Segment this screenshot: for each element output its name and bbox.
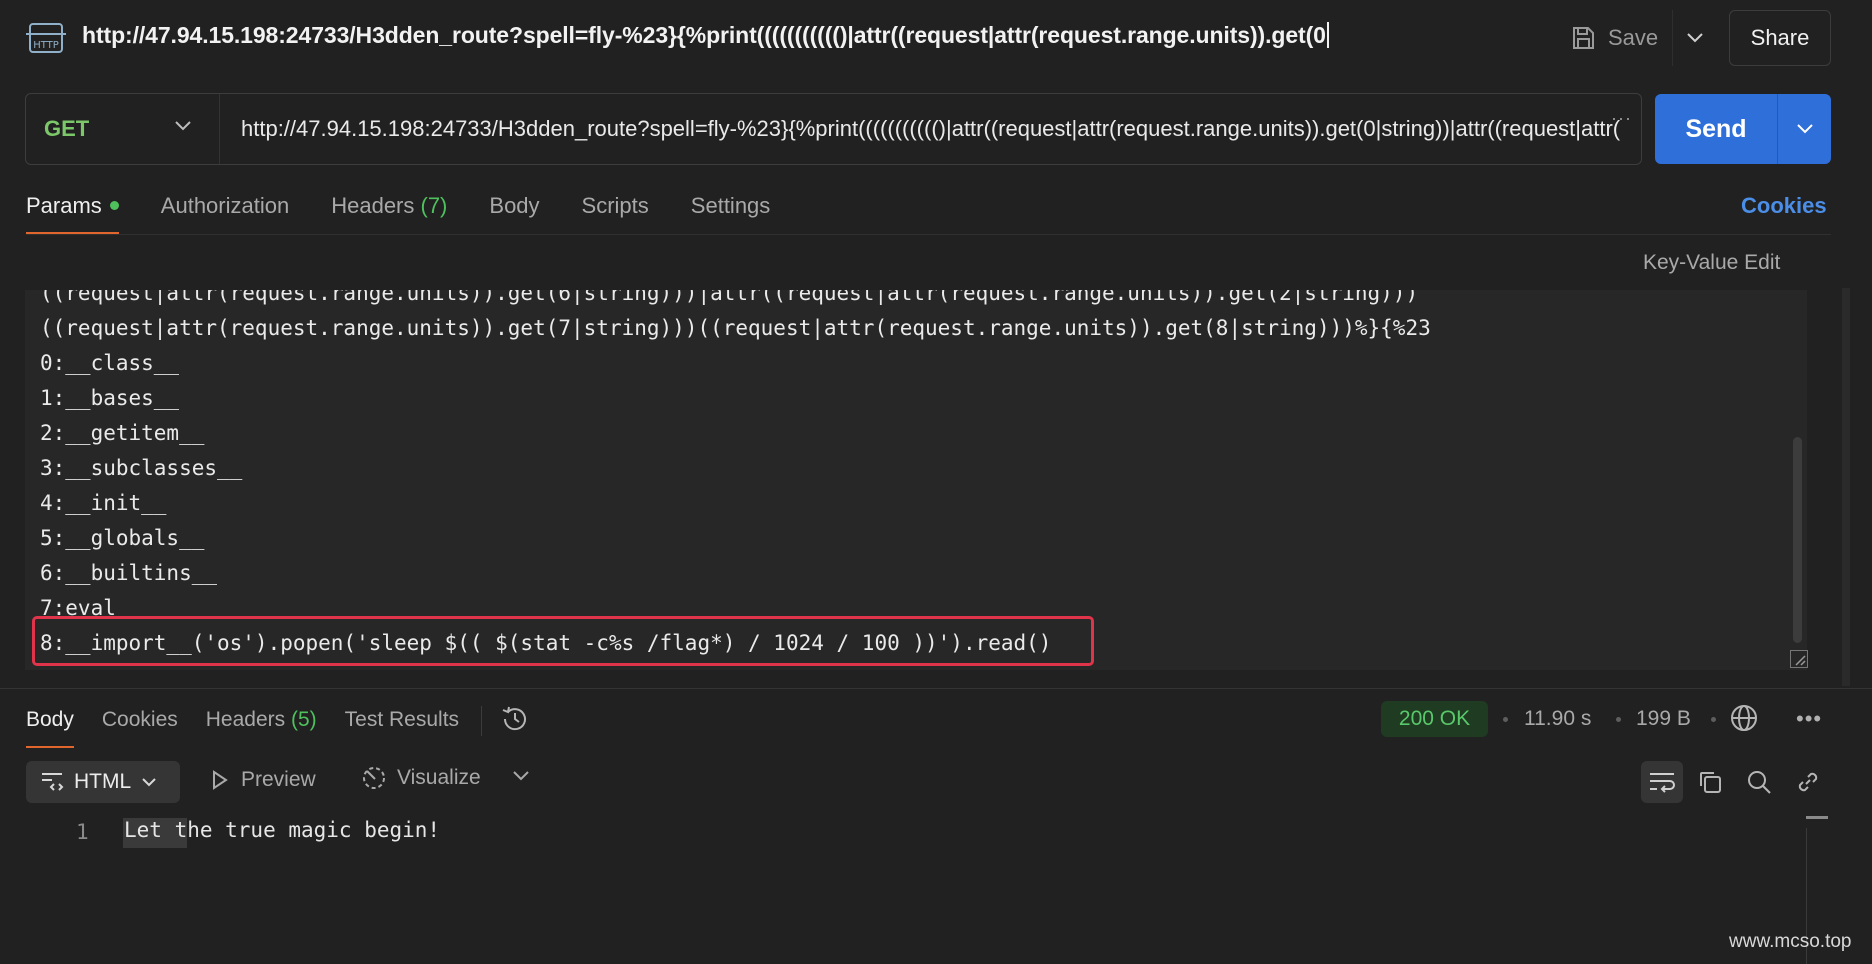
search-icon (1748, 771, 1771, 794)
headers-count: (5) (290, 708, 317, 731)
send-button[interactable]: Send (1655, 94, 1777, 164)
share-label: Share (1750, 25, 1810, 50)
wrap-lines-button[interactable] (1641, 761, 1683, 803)
editor-line[interactable]: 8:__import__('os').popen('sleep $(( $(st… (40, 626, 1431, 661)
chevron-down-icon (142, 778, 156, 787)
link-icon (1798, 772, 1818, 792)
share-button[interactable]: Share (1729, 10, 1831, 66)
editor-line[interactable]: ((request|attr(request.range.units)).get… (40, 311, 1431, 346)
search-button[interactable] (1738, 761, 1780, 803)
visualize-button[interactable]: Visualize (361, 765, 481, 791)
separator-dot (1503, 717, 1508, 722)
line-number: 1 (76, 820, 89, 844)
save-options-dropdown[interactable] (1672, 10, 1716, 66)
tab-response-cookies[interactable]: Cookies (102, 706, 178, 748)
url-input[interactable]: http://47.94.15.198:24733/H3dden_route?s… (241, 116, 1621, 142)
more-options-icon[interactable]: ••• (1796, 706, 1822, 732)
resize-handle-icon[interactable] (1790, 650, 1808, 668)
scrollbar-marker (1806, 816, 1828, 819)
save-button[interactable]: Save (1570, 20, 1658, 56)
editor-line[interactable]: ((request|attr(request.range.units)).get… (40, 290, 1431, 311)
code-format-icon (42, 773, 64, 791)
response-tabs: Body Cookies Headers (5) Test Results (26, 706, 530, 748)
save-label: Save (1608, 25, 1659, 50)
tab-test-results[interactable]: Test Results (345, 706, 459, 748)
divider (481, 706, 483, 736)
text-cursor (1326, 22, 1329, 48)
cookies-link[interactable]: Cookies (1741, 193, 1827, 219)
tab-response-headers[interactable]: Headers (5) (206, 706, 317, 748)
editor-line[interactable]: 5:__globals__ (40, 521, 1431, 556)
link-button[interactable] (1787, 761, 1829, 803)
preview-label: Preview (241, 768, 316, 791)
key-value-edit-toggle[interactable]: Key-Value Edit (1643, 251, 1780, 275)
request-tabs: Params Authorization Headers (7) Body Sc… (26, 188, 812, 234)
chevron-down-icon (175, 121, 191, 131)
tab-label: Scripts (581, 193, 649, 218)
copy-button[interactable] (1689, 761, 1731, 803)
editor-line[interactable]: 6:__builtins__ (40, 556, 1431, 591)
request-title[interactable]: http://47.94.15.198:24733/H3dden_route?s… (82, 22, 1329, 49)
headers-count: (7) (420, 193, 448, 218)
editor-line[interactable]: 2:__getitem__ (40, 416, 1431, 451)
tab-scripts[interactable]: Scripts (582, 188, 649, 234)
separator-dot (1616, 717, 1621, 722)
history-icon[interactable] (500, 704, 530, 734)
editor-line[interactable]: 4:__init__ (40, 486, 1431, 521)
response-time[interactable]: 11.90 s (1524, 707, 1591, 731)
tab-label: Settings (690, 193, 771, 218)
tab-label: Body (489, 193, 540, 218)
play-icon (213, 770, 228, 790)
tab-label: Authorization (160, 193, 290, 218)
globe-icon[interactable] (1729, 703, 1759, 733)
tab-body[interactable]: Body (489, 188, 539, 234)
page-scrollbar[interactable] (1842, 288, 1850, 686)
tab-label: Headers (331, 193, 415, 218)
request-url-bar: GET http://47.94.15.198:24733/H3dden_rou… (25, 93, 1642, 165)
tab-authorization[interactable]: Authorization (161, 188, 289, 234)
chevron-down-icon[interactable] (512, 770, 530, 782)
send-button-group: Send (1655, 94, 1831, 164)
watermark: www.mcso.top (1729, 931, 1852, 952)
tab-settings[interactable]: Settings (691, 188, 771, 234)
editor-line[interactable]: 3:__subclasses__ (40, 451, 1431, 486)
divider (26, 234, 1831, 235)
params-indicator-dot (109, 201, 119, 210)
chevron-down-icon (1686, 33, 1703, 43)
tab-response-body[interactable]: Body (26, 706, 74, 748)
editor-line[interactable]: 1:__bases__ (40, 381, 1431, 416)
editor-line[interactable]: 0:__class__ (40, 346, 1431, 381)
editor-lines: ((request|attr(request.range.units)).get… (40, 290, 1431, 661)
tab-label: Headers (205, 708, 286, 731)
url-more-button[interactable]: ··· (1611, 108, 1632, 129)
format-label: HTML (74, 770, 132, 793)
preview-button[interactable]: Preview (211, 768, 316, 792)
request-title-text[interactable]: http://47.94.15.198:24733/H3dden_route?s… (82, 22, 1326, 48)
editor-line[interactable]: 7:eval (40, 591, 1431, 626)
status-badge[interactable]: 200 OK (1381, 701, 1488, 737)
format-select[interactable]: HTML (26, 761, 180, 803)
visualize-label: Visualize (397, 766, 481, 789)
tab-params[interactable]: Params (26, 188, 119, 234)
editor-scrollbar[interactable] (1793, 437, 1802, 643)
response-size[interactable]: 199 B (1636, 707, 1691, 731)
chevron-down-icon (1796, 124, 1813, 134)
svg-text:HTTP: HTTP (33, 40, 59, 51)
method-select[interactable]: GET (26, 94, 220, 164)
tab-label: Params (26, 193, 102, 218)
params-bulk-editor[interactable]: ((request|attr(request.range.units)).get… (25, 290, 1807, 670)
copy-icon (1700, 772, 1721, 793)
save-icon (1573, 27, 1594, 49)
visualize-icon (363, 767, 385, 789)
title-bar: HTTP http://47.94.15.198:24733/H3dden_ro… (0, 0, 1872, 78)
response-body-text[interactable]: Let the true magic begin! (124, 818, 440, 842)
send-options-dropdown[interactable] (1777, 94, 1831, 164)
tab-headers[interactable]: Headers (7) (331, 188, 447, 234)
http-icon: HTTP (26, 23, 66, 53)
separator-dot (1711, 717, 1716, 722)
divider (0, 688, 1872, 689)
method-label: GET (44, 116, 90, 141)
wrap-lines-icon (1650, 773, 1675, 793)
